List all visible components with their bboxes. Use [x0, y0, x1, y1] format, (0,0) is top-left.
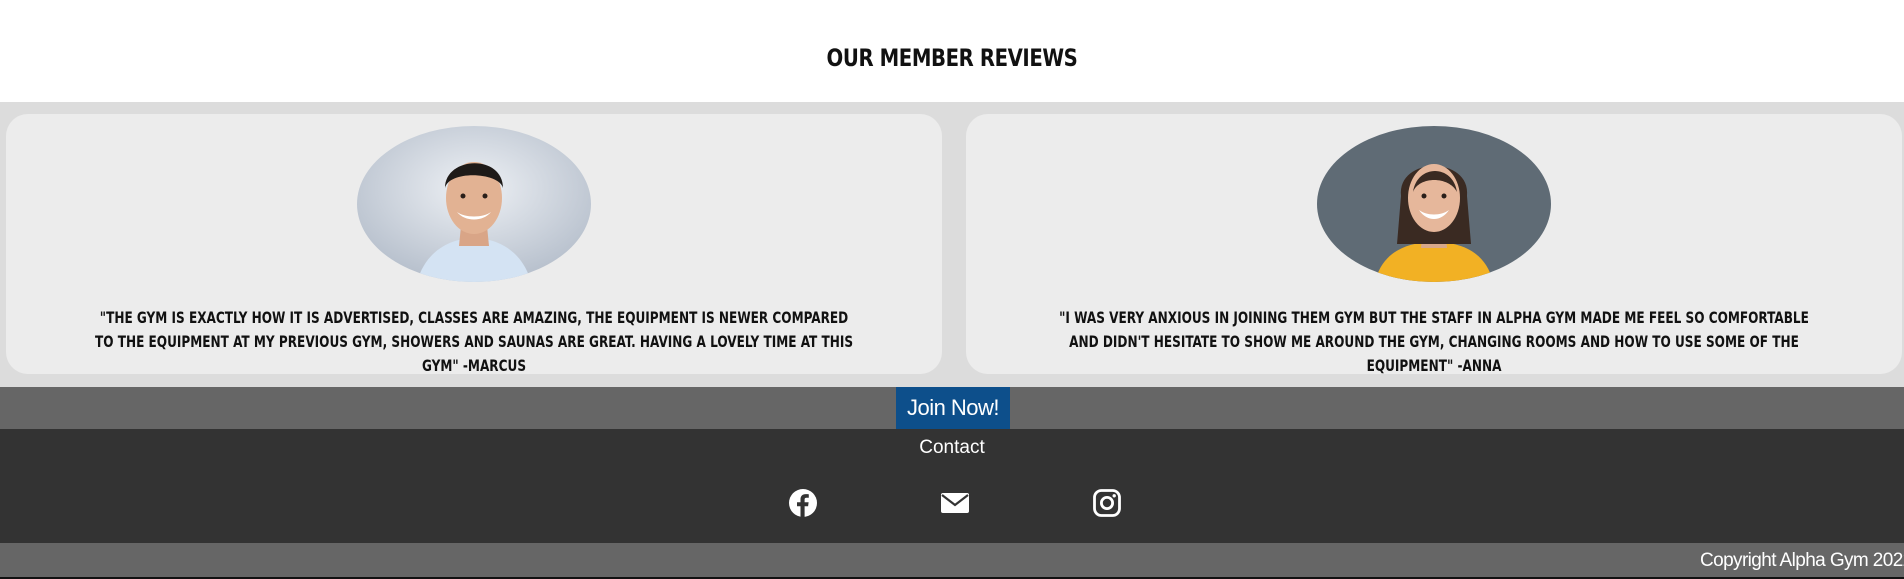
page: OUR MEMBER REVIEWS "THE GYM IS EXACTLY H… — [0, 0, 1904, 579]
email-icon[interactable] — [940, 488, 970, 518]
reviews-title: OUR MEMBER REVIEWS — [826, 44, 1078, 72]
review-card-marcus: "THE GYM IS EXACTLY HOW IT IS ADVERTISED… — [6, 114, 942, 375]
facebook-icon[interactable] — [788, 488, 818, 518]
instagram-icon[interactable] — [1092, 488, 1122, 518]
copyright-text: Copyright Alpha Gym 2022 — [1700, 550, 1904, 571]
reviewer-photo-anna — [1317, 126, 1551, 282]
contact-label: Contact — [919, 437, 985, 458]
review-quote-anna: "I WAS VERY ANXIOUS IN JOINING THEM GYM … — [1059, 308, 1809, 375]
copyright-bar — [0, 543, 1904, 577]
reviewer-photo-marcus — [357, 126, 591, 282]
review-quote-marcus: "THE GYM IS EXACTLY HOW IT IS ADVERTISED… — [94, 308, 854, 375]
join-now-button[interactable]: Join Now! — [896, 387, 1010, 429]
review-card-anna: "I WAS VERY ANXIOUS IN JOINING THEM GYM … — [966, 114, 1902, 375]
